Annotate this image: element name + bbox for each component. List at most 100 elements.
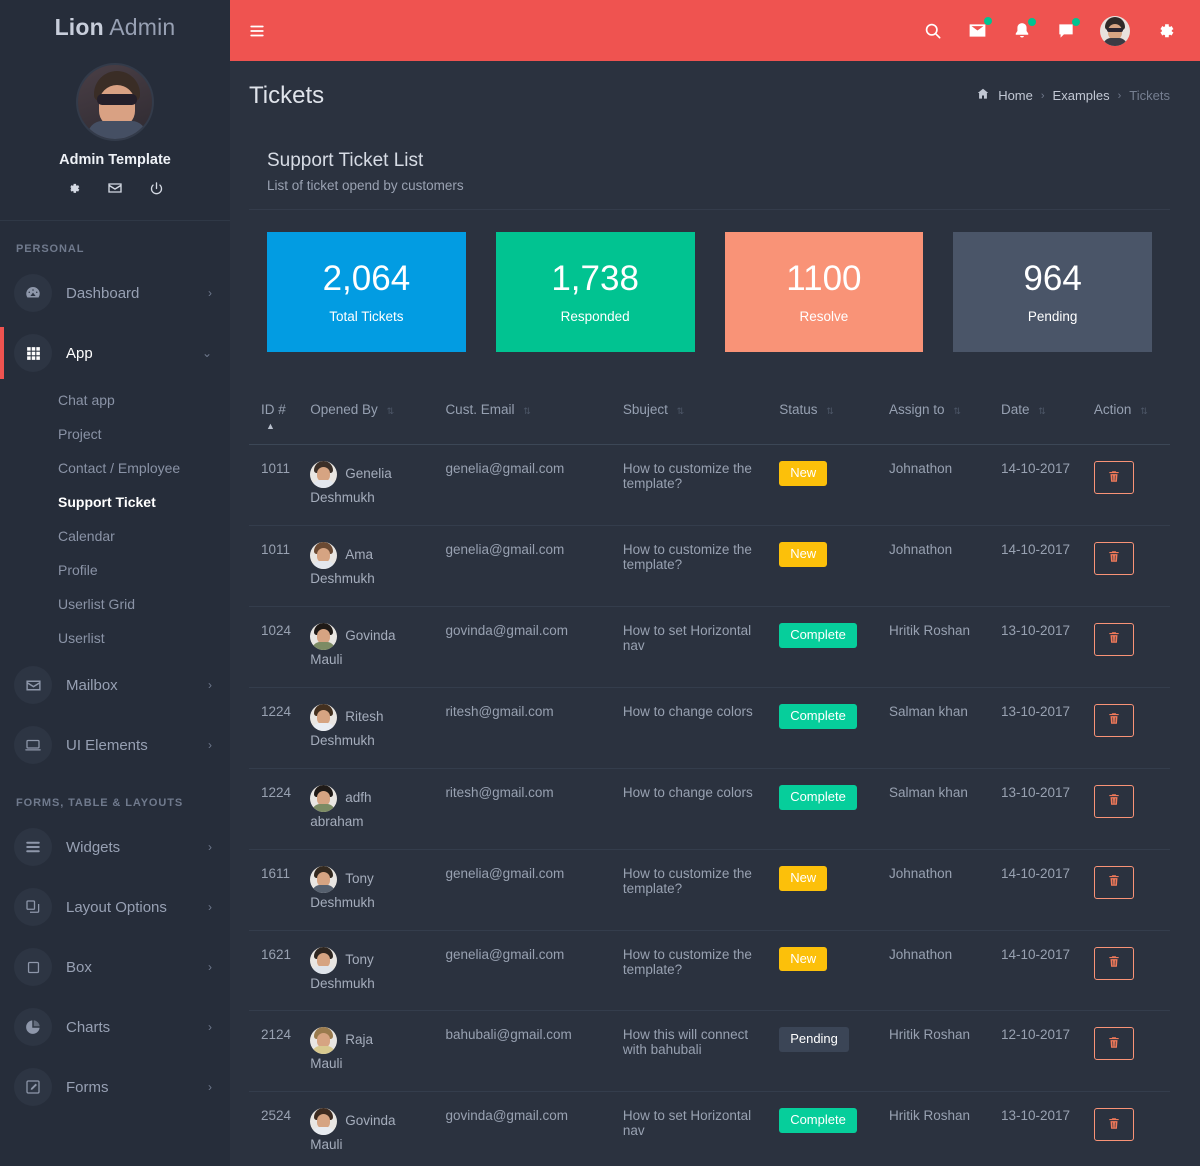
table-row[interactable]: 1611 Tony Deshmukh genelia@gmail.com How to … bbox=[249, 849, 1170, 931]
stat-card-pending[interactable]: 964 Pending bbox=[953, 232, 1152, 352]
column-header-opened-by[interactable]: Opened By ⇅ bbox=[310, 402, 445, 445]
sidebar-subitem-calendar[interactable]: Calendar bbox=[0, 519, 230, 553]
sidebar-item-label: Dashboard bbox=[66, 284, 140, 302]
stat-card-responded[interactable]: 1,738 Responded bbox=[495, 232, 695, 352]
delete-button[interactable] bbox=[1093, 784, 1134, 818]
topbar bbox=[230, 0, 1200, 61]
table-row[interactable]: 1011 Ama Deshmukh genelia@gmail.com How to c… bbox=[249, 525, 1170, 607]
gear-icon[interactable] bbox=[1154, 20, 1176, 42]
sidebar-item-app[interactable]: App ⌄ bbox=[0, 323, 230, 383]
sidebar-item-charts[interactable]: Charts › bbox=[0, 997, 230, 1057]
user-name: Govinda bbox=[345, 1113, 396, 1129]
column-header-assign-to[interactable]: Assign to ⇅ bbox=[889, 402, 1001, 445]
cell-opened-by: Tony Deshmukh bbox=[310, 849, 446, 931]
sidebar-subitem-userlist-grid[interactable]: Userlist Grid bbox=[0, 587, 230, 621]
sidebar-item-mailbox[interactable]: Mailbox › bbox=[0, 655, 230, 715]
column-header-cust-email[interactable]: Cust. Email ⇅ bbox=[445, 402, 622, 445]
notification-badge bbox=[1072, 17, 1080, 26]
avatar[interactable] bbox=[1100, 15, 1130, 46]
delete-button[interactable] bbox=[1093, 865, 1134, 899]
delete-button[interactable] bbox=[1093, 622, 1134, 656]
delete-button[interactable] bbox=[1093, 703, 1134, 737]
cell-status: Complete bbox=[779, 687, 890, 769]
sidebar-subitem-contact-employee[interactable]: Contact / Employee bbox=[0, 451, 230, 485]
trash-icon bbox=[1107, 711, 1121, 729]
envelope-icon[interactable] bbox=[967, 17, 992, 41]
cell-subject: How to customize the template? bbox=[622, 444, 780, 526]
sidebar-item-label: Box bbox=[66, 958, 92, 976]
table-row[interactable]: 2124 Raja Mauli bahubali@gmail.com How this … bbox=[249, 1010, 1170, 1093]
search-icon[interactable] bbox=[923, 21, 943, 41]
table-row[interactable]: 1011 Genelia Deshmukh genelia@gmail.com How … bbox=[249, 444, 1170, 526]
cell-opened-by: adfh abraham bbox=[310, 768, 446, 850]
column-header-date[interactable]: Date ⇅ bbox=[1001, 402, 1094, 445]
profile-avatar[interactable] bbox=[76, 63, 154, 141]
sidebar-subitem-support-ticket[interactable]: Support Ticket bbox=[0, 485, 230, 519]
sidebar-item-dashboard[interactable]: Dashboard › bbox=[0, 263, 230, 323]
delete-button[interactable] bbox=[1093, 1027, 1134, 1061]
cell-opened-by: Tony Deshmukh bbox=[310, 930, 446, 1012]
envelope-icon[interactable] bbox=[107, 180, 123, 196]
brand-logo[interactable]: Lion Admin bbox=[0, 0, 230, 49]
cell-date: 13-10-2017 bbox=[1000, 687, 1094, 769]
sidebar-item-forms[interactable]: Forms › bbox=[0, 1057, 230, 1117]
sidebar-subitem-profile[interactable]: Profile bbox=[0, 553, 230, 587]
cell-assign-to: Hritik Roshan bbox=[889, 1010, 1001, 1093]
cell-action bbox=[1093, 849, 1170, 931]
chevron-right-icon: › bbox=[208, 960, 212, 974]
sidebar-subitem-userlist[interactable]: Userlist bbox=[0, 621, 230, 655]
delete-button[interactable] bbox=[1093, 541, 1134, 575]
table-row[interactable]: 1224 adfh abraham ritesh@gmail.com How to ch… bbox=[249, 768, 1170, 850]
stat-card-resolve[interactable]: 1100 Resolve bbox=[724, 232, 924, 352]
breadcrumb-examples[interactable]: Examples bbox=[1053, 88, 1110, 103]
sidebar-subitem-chat-app[interactable]: Chat app bbox=[0, 383, 230, 417]
bell-icon[interactable] bbox=[1012, 17, 1036, 41]
sidebar-item-layout-options[interactable]: Layout Options › bbox=[0, 877, 230, 937]
chat-icon[interactable] bbox=[1056, 17, 1080, 41]
cell-id: 1621 bbox=[249, 930, 311, 1012]
cell-date: 12-10-2017 bbox=[1000, 1010, 1094, 1093]
cell-email: govinda@gmail.com bbox=[445, 606, 623, 688]
sidebar-item-ui-elements[interactable]: UI Elements › bbox=[0, 715, 230, 775]
sidebar-item-label: Layout Options bbox=[66, 898, 167, 916]
sidebar-subitem-project[interactable]: Project bbox=[0, 417, 230, 451]
cell-subject: How to set Horizontal nav bbox=[622, 1091, 780, 1166]
trash-icon bbox=[1107, 792, 1121, 810]
column-header-subject[interactable]: Sbuject ⇅ bbox=[623, 402, 779, 445]
chevron-right-icon: › bbox=[208, 1080, 212, 1094]
cell-action bbox=[1093, 606, 1170, 688]
sidebar-item-label: UI Elements bbox=[66, 736, 148, 754]
column-header-action[interactable]: Action ⇅ bbox=[1094, 402, 1170, 445]
avatar bbox=[310, 784, 338, 812]
table-body: 1011 Genelia Deshmukh genelia@gmail.com How … bbox=[249, 444, 1170, 1166]
delete-button[interactable] bbox=[1093, 946, 1134, 980]
column-header-id[interactable]: ID # ▲ bbox=[249, 402, 310, 445]
cell-email: genelia@gmail.com bbox=[445, 849, 623, 931]
table-row[interactable]: 1224 Ritesh Deshmukh ritesh@gmail.com How to… bbox=[249, 687, 1170, 769]
delete-button[interactable] bbox=[1093, 1108, 1134, 1142]
hamburger-icon[interactable] bbox=[248, 23, 266, 39]
support-ticket-card: Support Ticket List List of ticket opend… bbox=[249, 130, 1170, 1166]
power-icon[interactable] bbox=[149, 180, 164, 196]
table-row[interactable]: 1621 Tony Deshmukh genelia@gmail.com How to … bbox=[249, 930, 1170, 1012]
profile-name: Admin Template bbox=[59, 152, 171, 168]
chevron-right-icon: › bbox=[208, 840, 212, 854]
chevron-right-icon: › bbox=[208, 1020, 212, 1034]
status-badge: Complete bbox=[779, 622, 857, 648]
table-row[interactable]: 1024 Govinda Mauli govinda@gmail.com How to … bbox=[249, 606, 1170, 688]
sidebar-item-widgets[interactable]: Widgets › bbox=[0, 817, 230, 877]
delete-button[interactable] bbox=[1093, 461, 1134, 494]
page-header: Tickets Home › Examples › Tickets bbox=[230, 61, 1200, 130]
status-badge: New bbox=[779, 946, 828, 972]
stat-label: Resolve bbox=[799, 308, 849, 324]
breadcrumb-home[interactable]: Home bbox=[998, 88, 1033, 103]
cell-id: 2124 bbox=[249, 1010, 311, 1093]
cell-assign-to: Johnathon bbox=[889, 849, 1001, 931]
cell-assign-to: Johnathon bbox=[889, 525, 1001, 607]
gear-icon[interactable] bbox=[66, 180, 81, 196]
table-row[interactable]: 2524 Govinda Mauli govinda@gmail.com How to … bbox=[249, 1091, 1170, 1166]
cell-opened-by: Raja Mauli bbox=[310, 1010, 446, 1093]
stat-card-total-tickets[interactable]: 2,064 Total Tickets bbox=[267, 232, 466, 352]
column-header-status[interactable]: Status ⇅ bbox=[779, 402, 889, 445]
sidebar-item-box[interactable]: Box › bbox=[0, 937, 230, 997]
